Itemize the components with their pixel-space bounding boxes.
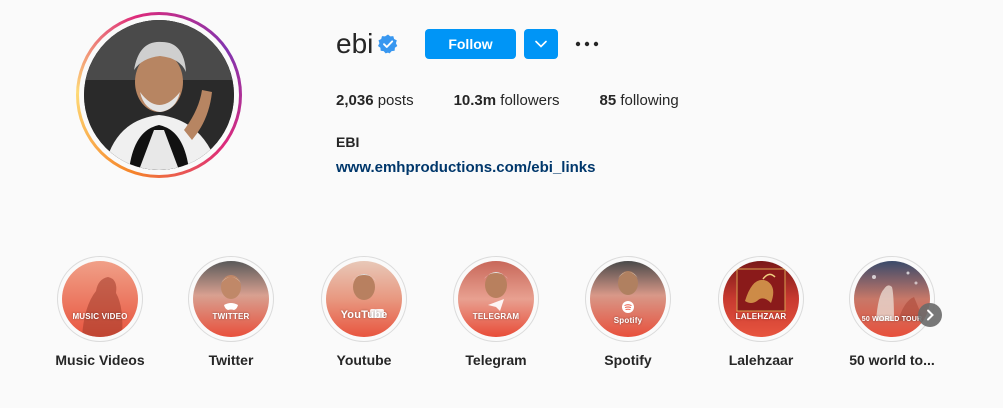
more-dots-icon xyxy=(575,41,599,47)
highlight-cover: 50 WORLD TOUR xyxy=(854,261,930,337)
highlight-ring: 50 WORLD TOUR xyxy=(849,256,935,342)
highlight-music-videos[interactable]: MUSIC VIDEO Music Videos xyxy=(45,256,155,368)
highlight-label: 50 world to... xyxy=(849,352,935,368)
highlight-label: Youtube xyxy=(336,352,392,368)
highlight-ring: Spotify xyxy=(585,256,671,342)
followers-count: 10.3m xyxy=(453,92,497,109)
highlight-overlay-text: LALEHZAAR xyxy=(735,312,787,321)
highlight-spotify[interactable]: Spotify Spotify xyxy=(573,256,683,368)
following-stat[interactable]: 85 following xyxy=(599,91,678,111)
highlight-label: Music Videos xyxy=(55,352,145,368)
highlight-overlay-text: MUSIC VIDEO xyxy=(72,312,128,321)
highlight-label: Lalehzaar xyxy=(728,352,794,368)
highlight-cover: YouTube xyxy=(326,261,402,337)
posts-stat: 2,036 posts xyxy=(336,91,414,111)
highlight-telegram[interactable]: TELEGRAM Telegram xyxy=(441,256,551,368)
more-options-button[interactable] xyxy=(572,32,602,56)
highlight-overlay-text: TELEGRAM xyxy=(472,312,520,321)
highlight-label: Telegram xyxy=(465,352,527,368)
following-count: 85 xyxy=(599,92,617,109)
posts-count: 2,036 xyxy=(336,92,374,109)
highlight-cover: LALEHZAAR xyxy=(723,261,799,337)
highlight-twitter[interactable]: TWITTER Twitter xyxy=(176,256,286,368)
highlight-cover: TELEGRAM xyxy=(458,261,534,337)
highlight-ring: TWITTER xyxy=(188,256,274,342)
chevron-down-icon xyxy=(535,40,547,48)
follow-button[interactable]: Follow xyxy=(425,29,516,59)
highlight-label: Twitter xyxy=(208,352,254,368)
highlight-ring: YouTube xyxy=(321,256,407,342)
highlight-overlay-text: Spotify xyxy=(613,316,643,325)
profile-stats: 2,036 posts 10.3m followers 85 following xyxy=(336,91,719,111)
username: ebi xyxy=(336,28,374,59)
chevron-right-icon xyxy=(927,309,934,321)
highlight-ring: TELEGRAM xyxy=(453,256,539,342)
highlight-lalehzaar[interactable]: LALEHZAAR Lalehzaar xyxy=(706,256,816,368)
posts-label: posts xyxy=(377,92,414,109)
verified-badge-icon xyxy=(378,34,398,54)
highlight-label: Spotify xyxy=(604,352,652,368)
bio-link[interactable]: www.emhproductions.com/ebi_links xyxy=(336,159,596,176)
highlight-overlay-text: YouTube xyxy=(340,309,388,321)
highlight-ring: MUSIC VIDEO xyxy=(57,256,143,342)
profile-avatar-ring[interactable] xyxy=(76,12,242,178)
highlight-overlay-text: TWITTER xyxy=(212,312,250,321)
following-label: following xyxy=(620,92,679,109)
full-name: EBI xyxy=(336,134,360,150)
highlight-cover: Spotify xyxy=(590,261,666,337)
followers-label: followers xyxy=(500,92,560,109)
followers-stat[interactable]: 10.3m followers xyxy=(454,91,560,111)
highlight-ring: LALEHZAAR xyxy=(718,256,804,342)
avatar[interactable] xyxy=(84,20,234,170)
highlight-cover: TWITTER xyxy=(193,261,269,337)
highlights-next-button[interactable] xyxy=(918,303,942,327)
suggested-accounts-dropdown-button[interactable] xyxy=(524,29,558,59)
highlight-youtube[interactable]: YouTube Youtube xyxy=(309,256,419,368)
highlight-cover: MUSIC VIDEO xyxy=(62,261,138,337)
